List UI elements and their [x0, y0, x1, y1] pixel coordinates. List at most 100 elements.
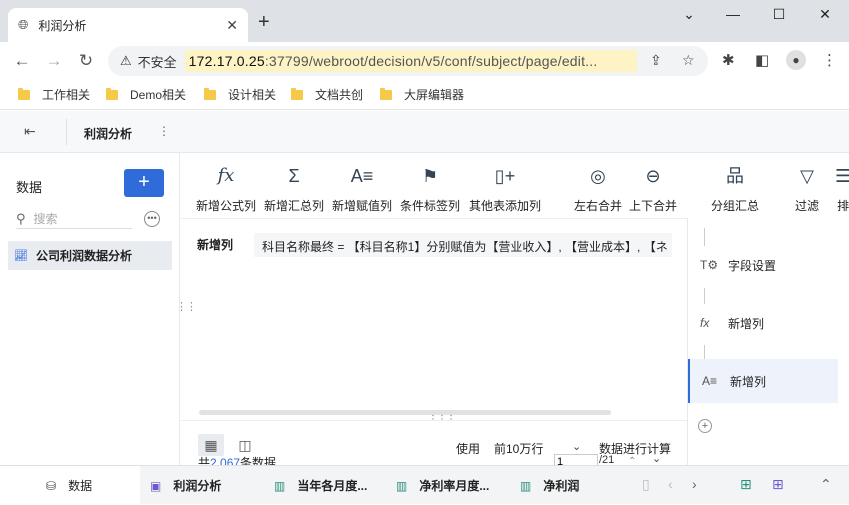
- ribbon-button-assign-column[interactable]: A≡ 新增赋值列: [332, 163, 392, 214]
- url-text[interactable]: 172.17.0.25:37799/webroot/decision/v5/co…: [184, 50, 637, 72]
- sidebar-title: 数据: [16, 180, 43, 195]
- ribbon-label: 排: [837, 199, 849, 213]
- close-window-icon[interactable]: ✕: [810, 6, 840, 26]
- minimize-icon[interactable]: —: [718, 6, 748, 26]
- profile-avatar-icon[interactable]: ●: [786, 50, 806, 70]
- ribbon-label: 新增公式列: [196, 199, 257, 213]
- chrome-menu-icon[interactable]: ⋮: [822, 51, 837, 69]
- ribbon-button-sort[interactable]: ☰ 排: [835, 163, 849, 214]
- chevron-right-icon[interactable]: ›: [692, 476, 697, 492]
- more-options-icon[interactable]: •••: [144, 211, 160, 227]
- assign-icon: A≡: [350, 166, 374, 186]
- tab-data[interactable]: ⛁ 数据: [0, 466, 140, 505]
- add-component-icon[interactable]: ⊞: [740, 476, 752, 493]
- chevron-left-icon[interactable]: ‹: [668, 476, 673, 492]
- bookmark-label: 大屏编辑器: [404, 88, 465, 102]
- add-data-button[interactable]: +: [124, 169, 164, 197]
- tab-profit-analysis[interactable]: ▣ 利润分析: [150, 466, 221, 505]
- step-label: 新增列: [728, 316, 765, 331]
- ribbon-button-filter[interactable]: ▽ 过滤: [795, 163, 819, 214]
- tab-net-rate[interactable]: ▥ 净利率月度...: [396, 466, 489, 505]
- forward-arrow-icon[interactable]: →: [44, 51, 64, 71]
- bookmark-label: 文档共创: [315, 88, 364, 102]
- chevron-down-icon: ⌄: [572, 441, 582, 453]
- step-new-column-active[interactable]: A≡ 新增列: [688, 359, 838, 403]
- add-column-icon: ▯+: [494, 166, 516, 186]
- ribbon-button-summary-column[interactable]: Σ 新增汇总列: [264, 163, 324, 214]
- ribbon-button-add-from-table[interactable]: ▯+ 其他表添加列: [469, 163, 541, 214]
- add-step-icon[interactable]: +: [698, 419, 712, 433]
- field-settings-icon: T⚙: [700, 258, 719, 272]
- warning-icon: ⚠: [120, 53, 132, 68]
- step-label: 新增列: [730, 374, 767, 389]
- component-icon: ▥: [520, 478, 532, 493]
- tab-list-icon[interactable]: ▯: [642, 476, 650, 493]
- sort-icon: ☰: [835, 166, 849, 186]
- table-view-icon[interactable]: ◫: [232, 434, 258, 456]
- tab-net-profit[interactable]: ▥ 净利润: [520, 466, 579, 505]
- folder-icon: [291, 87, 303, 100]
- chevron-down-icon[interactable]: ⌄: [652, 452, 661, 465]
- bookmark-item[interactable]: 大屏编辑器: [380, 86, 464, 103]
- address-bar[interactable]: ⚠ 不安全 172.17.0.25:37799/webroot/decision…: [108, 46, 708, 76]
- url-path: :37799/webroot/decision/v5/conf/subject/…: [264, 53, 598, 69]
- folder-icon: [204, 87, 216, 100]
- step-new-column[interactable]: fx 新增列: [688, 301, 838, 345]
- collapse-up-icon[interactable]: ⌃: [820, 476, 832, 493]
- table-list-item[interactable]: 📈︎ 公司利润数据分析: [8, 241, 172, 270]
- fx-icon: fx: [700, 316, 710, 330]
- ribbon-button-left-right-merge[interactable]: ◎ 左右合并: [574, 163, 622, 214]
- ribbon-label: 新增赋值列: [332, 199, 393, 213]
- bottom-tabs-bar: ⛁ 数据 ▣ 利润分析 ▥ 当年各月度... ▥ 净利率月度... ▥ 净利润 …: [0, 465, 849, 505]
- data-sidebar: 数据 + ⚲ 搜索 ••• 📈︎ 公司利润数据分析: [0, 153, 180, 465]
- steps-panel: T⚙ 字段设置 fx 新增列 A≡ 新增列 +: [687, 218, 849, 465]
- back-arrow-icon[interactable]: ←: [12, 51, 32, 71]
- exit-icon[interactable]: ⇤: [24, 123, 36, 140]
- maximize-icon[interactable]: ☐: [764, 6, 794, 26]
- tab-monthly[interactable]: ▥ 当年各月度...: [274, 466, 367, 505]
- security-label: 不安全: [137, 54, 177, 70]
- more-options-icon[interactable]: ⋮: [158, 124, 170, 138]
- bookmark-star-icon[interactable]: ☆: [682, 52, 695, 69]
- new-column-label: 新增列: [197, 238, 234, 252]
- extensions-icon[interactable]: ✱: [722, 51, 735, 69]
- operations-ribbon: fx 新增公式列 Σ 新增汇总列 A≡ 新增赋值列 ⚑ 条件标签列 ▯+ 其他表…: [181, 153, 849, 219]
- ribbon-button-condition-label[interactable]: ⚑ 条件标签列: [400, 163, 460, 214]
- close-tab-icon[interactable]: ✕: [226, 17, 238, 34]
- grid-view-icon[interactable]: ▦: [198, 434, 224, 456]
- bookmark-item[interactable]: 文档共创: [291, 86, 363, 103]
- bookmarks-bar: 工作相关 Demo相关 设计相关 文档共创 大屏编辑器: [0, 80, 849, 110]
- app-header: ⇤ 利润分析 ⋮: [0, 111, 849, 153]
- ribbon-button-group-summary[interactable]: 品 分组汇总: [711, 163, 759, 214]
- ribbon-button-up-down-merge[interactable]: ⊖ 上下合并: [629, 163, 677, 214]
- folder-icon: [380, 87, 392, 100]
- ribbon-label: 新增汇总列: [264, 199, 325, 213]
- formula-expression[interactable]: 科目名称最终 = 【科目名称1】分别赋值为【营业收入】, 【营业成本】, 【ネ: [254, 233, 672, 257]
- tab-search-chevron-icon[interactable]: ⌄: [674, 6, 704, 26]
- folder-icon: [106, 87, 118, 100]
- share-icon[interactable]: ⇪: [650, 52, 662, 69]
- side-panel-icon[interactable]: ◧: [755, 51, 769, 69]
- ribbon-button-formula-column[interactable]: fx 新增公式列: [196, 163, 256, 214]
- add-dashboard-icon[interactable]: ⊞: [772, 476, 784, 493]
- tab-label: 当年各月度...: [297, 479, 368, 493]
- new-tab-button[interactable]: +: [258, 12, 270, 32]
- sidebar-resize-handle[interactable]: ⋮⋮: [176, 300, 197, 313]
- bookmark-item[interactable]: 设计相关: [204, 86, 276, 103]
- left-right-merge-icon: ◎: [590, 166, 606, 186]
- browser-tab[interactable]: 🌐︎ 利润分析 ✕: [8, 8, 248, 42]
- component-icon: ▥: [396, 478, 408, 493]
- ribbon-label: 分组汇总: [711, 199, 760, 213]
- flag-icon: ⚑: [421, 166, 439, 186]
- component-icon: ▥: [274, 478, 286, 493]
- reload-icon[interactable]: ↻: [76, 51, 96, 71]
- horizontal-scrollbar[interactable]: [199, 410, 611, 415]
- ribbon-label: 左右合并: [574, 199, 623, 213]
- tab-label: 净利润: [543, 479, 580, 493]
- step-field-settings[interactable]: T⚙ 字段设置: [688, 243, 838, 287]
- search-input[interactable]: ⚲ 搜索: [16, 209, 132, 229]
- tab-label: 数据: [68, 479, 93, 493]
- bookmark-item[interactable]: Demo相关: [106, 86, 186, 103]
- fx-icon: fx: [217, 165, 235, 186]
- bookmark-item[interactable]: 工作相关: [18, 86, 90, 103]
